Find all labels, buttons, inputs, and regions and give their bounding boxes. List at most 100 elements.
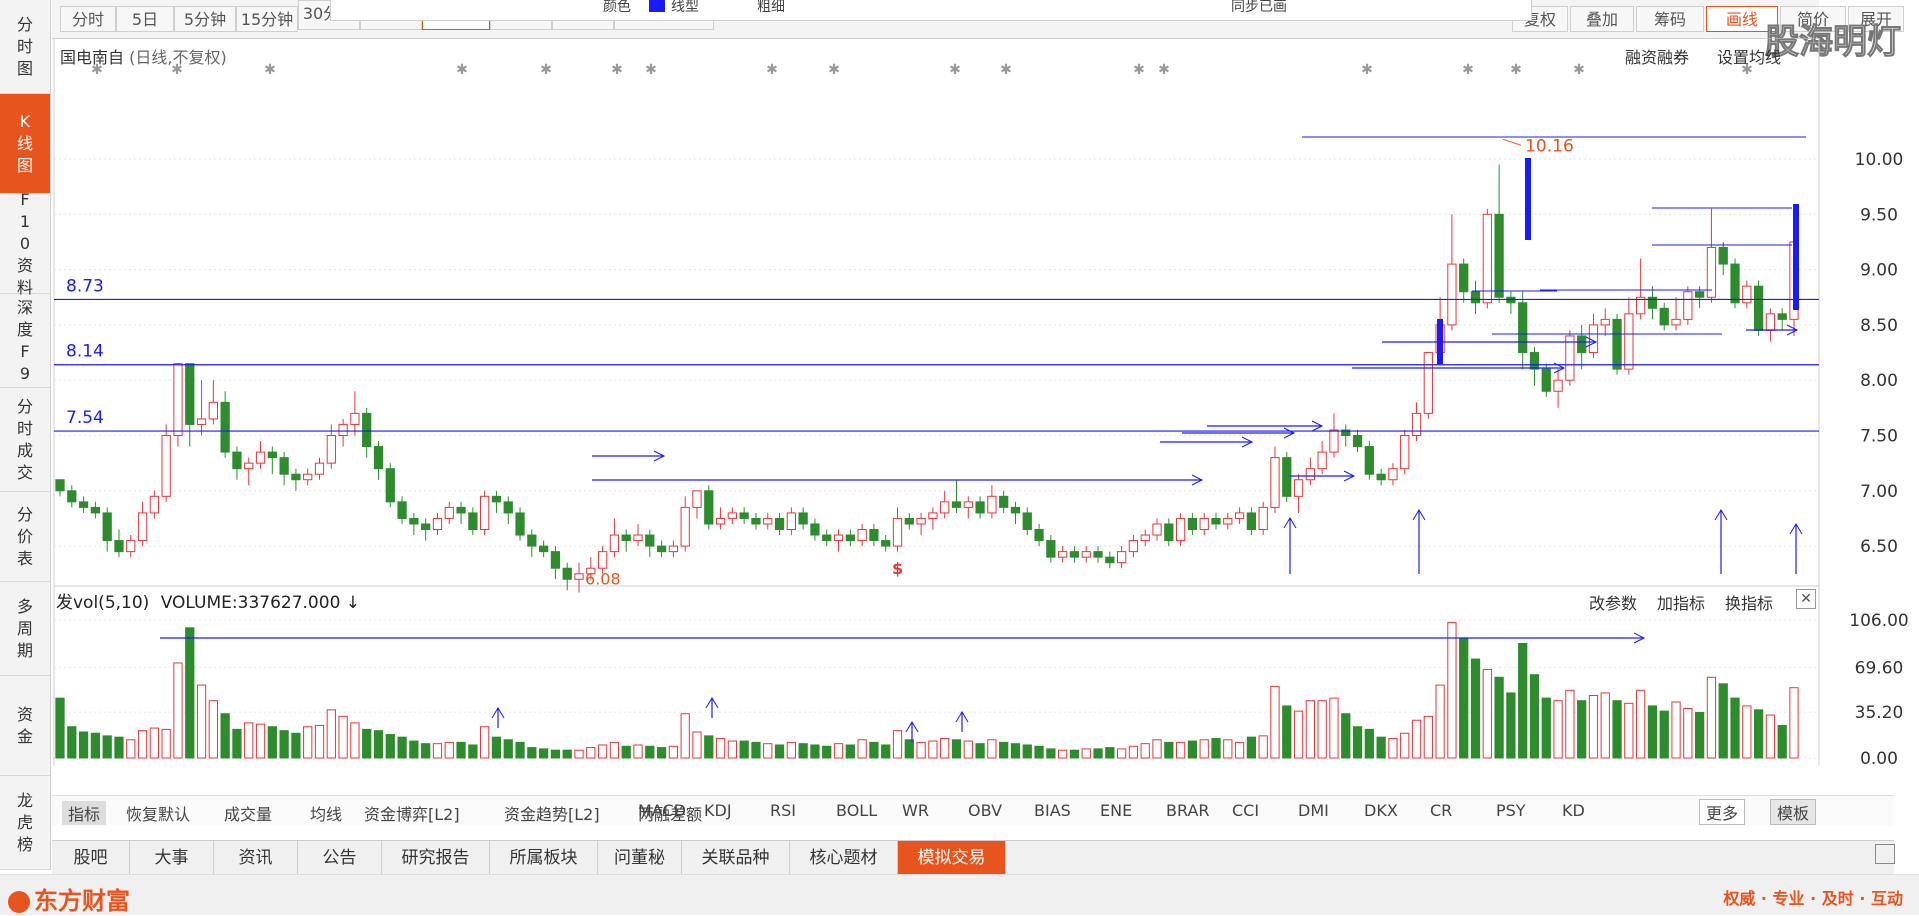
toolbar-right-2[interactable]: 筹码 [1636, 6, 1704, 32]
candle-body [1058, 551, 1068, 558]
sidebar-item-0[interactable]: 分时图 [0, 0, 50, 94]
sidebar-item-6[interactable]: 多周期 [0, 582, 50, 676]
expand-icon[interactable] [1875, 844, 1895, 864]
candle-body [326, 435, 336, 464]
indicator-tab-1[interactable]: 恢复默认 [126, 801, 190, 825]
indicator-tab-23[interactable]: 模板 [1770, 799, 1817, 825]
candle-body [1234, 512, 1245, 519]
candle-body [1541, 368, 1551, 392]
indicator-tab-9[interactable]: RSI [770, 801, 796, 820]
period-tab-2[interactable]: 5分钟 [174, 6, 236, 32]
volume-bar [1175, 741, 1186, 759]
indicator-tab-3[interactable]: 均线 [310, 801, 342, 825]
volume-bar [503, 739, 513, 759]
footer: 东方财富 权威 · 专业 · 及时 · 互动 [0, 874, 1919, 915]
indicator-tab-15[interactable]: BRAR [1166, 801, 1210, 820]
candle-body [1494, 213, 1504, 298]
toolbar-right-1[interactable]: 叠加 [1570, 6, 1634, 32]
volume-bar [739, 740, 749, 759]
sidebar-item-8[interactable]: 龙虎榜 [0, 776, 50, 870]
sidebar-item-4[interactable]: 分时成交 [0, 388, 50, 492]
bottom-tab-7[interactable]: 关联品种 [682, 841, 790, 875]
volume-bar [173, 662, 183, 759]
candle-body [857, 529, 867, 542]
indicator-tab-10[interactable]: BOLL [836, 801, 877, 820]
indicator-tab-11[interactable]: WR [902, 801, 929, 820]
candle-body [987, 495, 997, 514]
indicator-tab-21[interactable]: KD [1562, 801, 1585, 820]
period-tab-0[interactable]: 分时 [60, 6, 116, 32]
bottom-tab-0[interactable]: 股吧 [52, 841, 130, 875]
candle-body [916, 517, 926, 525]
indicator-tab-16[interactable]: CCI [1232, 801, 1259, 820]
volume-bar [149, 727, 159, 759]
indicator-tab-8[interactable]: KDJ [704, 801, 732, 820]
indicator-tab-4[interactable]: 资金博弈[L2] [364, 801, 460, 825]
color-swatch[interactable] [649, 0, 665, 12]
candle-body [1742, 285, 1752, 304]
sidebar-item-3[interactable]: 深度F9 [0, 294, 50, 388]
indicator-tab-7[interactable]: MACD [638, 801, 686, 820]
volume-bar [1565, 689, 1575, 759]
candle-body [881, 540, 891, 547]
candle-body [373, 446, 384, 470]
price-axis-label: 10.00 [1855, 150, 1904, 170]
candle-body [1223, 517, 1233, 525]
indicator-tab-13[interactable]: BIAS [1034, 801, 1071, 820]
volume-axis-label: 69.60 [1855, 658, 1904, 678]
indicator-tab-20[interactable]: PSY [1496, 801, 1526, 820]
candle-body [668, 545, 679, 553]
volume-bar [562, 749, 572, 759]
volume-bar [385, 734, 395, 759]
volume-bar [1010, 743, 1021, 759]
bottom-tab-1[interactable]: 大事 [130, 841, 214, 875]
color-label: 颜色 [603, 0, 631, 15]
candle-body [798, 512, 808, 525]
bottom-tab-6[interactable]: 问董秘 [598, 841, 682, 875]
sidebar-item-5[interactable]: 分价表 [0, 492, 50, 582]
sidebar-item-1[interactable]: K线图 [0, 94, 50, 194]
bottom-tab-5[interactable]: 所属板块 [490, 841, 598, 875]
candle-body [1518, 302, 1528, 354]
volume-bar [1069, 749, 1080, 759]
candle-body [951, 501, 962, 508]
period-tab-3[interactable]: 15分钟 [236, 6, 298, 32]
left-sidebar: 分时图 K线图 F10资料 深度F9 分时成交 分价表 多周期 资金 龙虎榜 [0, 0, 51, 870]
candle-body [1046, 540, 1056, 558]
candle-body [1423, 352, 1433, 414]
indicator-tab-5[interactable]: 资金趋势[L2] [504, 801, 600, 825]
bottom-tab-3[interactable]: 公告 [298, 841, 382, 875]
candle-body [1175, 517, 1186, 542]
candle-body [1081, 551, 1091, 558]
candle-body [1105, 556, 1115, 564]
volume-bar [1364, 728, 1374, 759]
sync-drawn-label[interactable]: 同步已画 [1231, 0, 1287, 16]
volume-bar [727, 740, 737, 759]
volume-bar [126, 739, 136, 759]
kline-chart[interactable]: 10.00 9.50 9.00 8.50 8.00 7.50 7.00 6.50 106.00 6… [52, 38, 1919, 766]
indicator-tab-2[interactable]: 成交量 [224, 801, 272, 825]
bottom-tab-4[interactable]: 研究报告 [382, 841, 490, 875]
volume-bar [515, 741, 525, 759]
sidebar-item-2[interactable]: F10资料 [0, 190, 50, 297]
indicator-tab-0[interactable]: 指标 [62, 801, 107, 825]
indicator-tab-14[interactable]: ENE [1100, 801, 1132, 820]
volume-bar [774, 744, 785, 759]
sidebar-item-7[interactable]: 资金 [0, 676, 50, 776]
indicator-tab-19[interactable]: CR [1430, 801, 1452, 820]
bottom-tab-2[interactable]: 资讯 [214, 841, 298, 875]
indicator-tab-17[interactable]: DMI [1298, 801, 1329, 820]
indicator-tab-12[interactable]: OBV [968, 801, 1002, 820]
volume-bar [574, 749, 584, 759]
indicator-tab-18[interactable]: DKX [1364, 801, 1398, 820]
bottom-tab-9[interactable]: 模拟交易 [898, 841, 1006, 875]
candle-body [279, 457, 289, 475]
indicator-tab-22[interactable]: 更多 [1699, 799, 1746, 825]
volume-bar [1058, 749, 1068, 759]
bottom-tab-8[interactable]: 核心题材 [790, 841, 898, 875]
candle-body [338, 423, 348, 437]
period-tab-1[interactable]: 5日 [116, 6, 174, 32]
thickness-label: 粗细 [757, 0, 785, 15]
candle-body [739, 512, 749, 519]
volume-bar [692, 731, 702, 759]
